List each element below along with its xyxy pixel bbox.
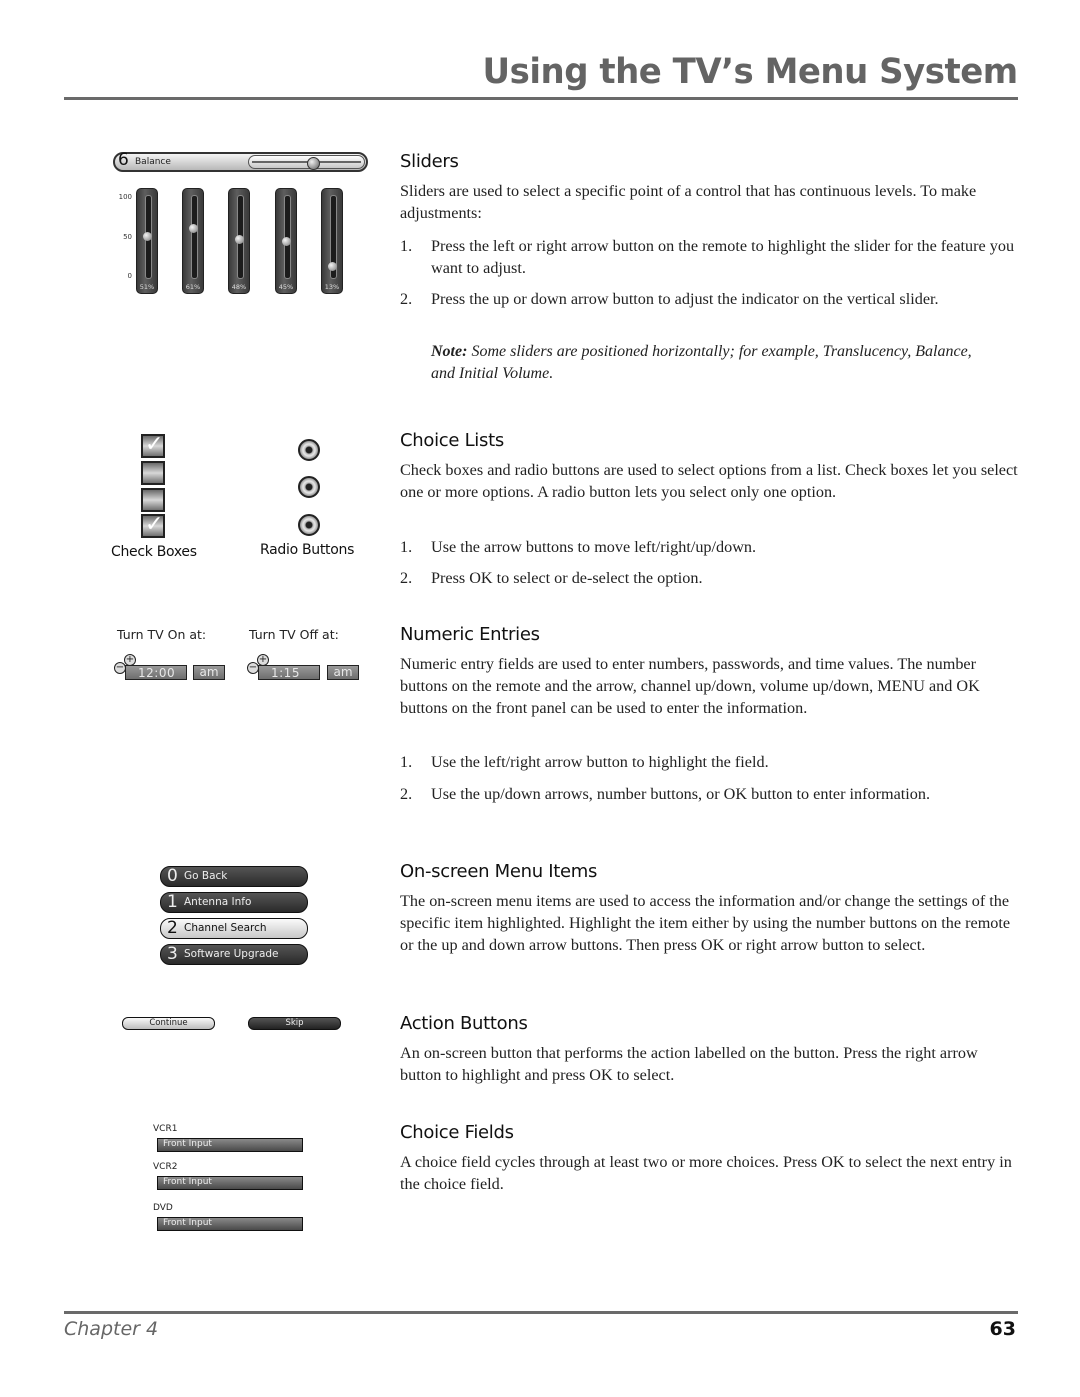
- choice-field-label-vcr2: VCR2: [153, 1162, 178, 1172]
- sliders-step: 1. Press the left or right arrow button …: [400, 235, 1020, 279]
- vertical-slider[interactable]: 48%: [228, 188, 250, 294]
- step-text: Use the left/right arrow button to highl…: [431, 753, 769, 771]
- menu-item-channel-search[interactable]: 2 Channel Search: [160, 918, 308, 939]
- checkbox[interactable]: ✓: [141, 512, 165, 538]
- numeric-entries-step: 2. Use the up/down arrows, number button…: [400, 783, 1020, 805]
- menu-item-number: 0: [167, 866, 178, 886]
- step-text: Press the up or down arrow button to adj…: [431, 290, 939, 308]
- checkbox[interactable]: ✓: [141, 432, 165, 458]
- decrement-icon[interactable]: −: [114, 662, 126, 674]
- slider-percent: 13%: [324, 283, 340, 291]
- turn-on-ampm-field[interactable]: am: [193, 665, 225, 680]
- sliders-note: Note: Some sliders are positioned horizo…: [431, 341, 991, 385]
- slider-percent: 45%: [278, 283, 294, 291]
- step-number: 2.: [400, 785, 413, 803]
- header-rule: [64, 97, 1018, 100]
- vertical-slider[interactable]: 45%: [275, 188, 297, 294]
- choice-field-label-dvd: DVD: [153, 1203, 173, 1213]
- check-mark-icon: ✓: [145, 512, 164, 537]
- choice-field-vcr2[interactable]: Front Input: [157, 1176, 303, 1190]
- radio-button[interactable]: [298, 476, 320, 498]
- decrement-icon[interactable]: −: [247, 662, 259, 674]
- menu-item-number: 1: [167, 892, 178, 912]
- step-number: 1.: [400, 753, 413, 771]
- page-title: Using the TV’s Menu System: [482, 52, 1019, 92]
- numeric-entries-step: 1. Use the left/right arrow button to hi…: [400, 751, 1020, 773]
- turn-on-time-field[interactable]: 12:00: [125, 665, 187, 680]
- menu-item-number: 3: [167, 944, 178, 964]
- menu-item-software-upgrade[interactable]: 3 Software Upgrade: [160, 944, 308, 965]
- increment-icon[interactable]: +: [257, 654, 269, 666]
- choice-lists-step: 2. Press OK to select or de-select the o…: [400, 567, 1020, 589]
- turn-on-label: Turn TV On at:: [117, 627, 207, 642]
- footer-rule: [64, 1311, 1018, 1314]
- numeric-entries-intro: Numeric entry fields are used to enter n…: [400, 655, 980, 717]
- balance-slider-number: 6: [118, 150, 129, 170]
- step-text: Use the arrow buttons to move left/right…: [431, 538, 757, 556]
- section-heading-numeric-entries: Numeric Entries: [400, 624, 540, 645]
- continue-button[interactable]: Continue: [122, 1017, 215, 1030]
- axis-tick-100: 100: [118, 193, 132, 201]
- menu-item-label: Software Upgrade: [184, 948, 279, 960]
- page-number: 63: [989, 1318, 1016, 1340]
- section-heading-choice-lists: Choice Lists: [400, 430, 504, 451]
- chapter-label: Chapter 4: [64, 1318, 159, 1340]
- radio-button[interactable]: [298, 439, 320, 461]
- section-heading-action-buttons: Action Buttons: [400, 1013, 528, 1034]
- choice-fields-intro: A choice field cycles through at least t…: [400, 1153, 1012, 1193]
- menu-item-antenna-info[interactable]: 1 Antenna Info: [160, 892, 308, 913]
- step-text: Use the up/down arrows, number buttons, …: [431, 785, 931, 803]
- sliders-step: 2. Press the up or down arrow button to …: [400, 288, 1020, 310]
- choice-lists-step: 1. Use the arrow buttons to move left/ri…: [400, 536, 1020, 558]
- slider-groove: [191, 195, 198, 279]
- step-number: 1.: [400, 237, 413, 255]
- choice-field-vcr1[interactable]: Front Input: [157, 1138, 303, 1152]
- choice-field-label-vcr1: VCR1: [153, 1124, 178, 1134]
- menu-item-label: Go Back: [184, 870, 228, 882]
- step-number: 1.: [400, 538, 413, 556]
- step-text: Press the left or right arrow button on …: [431, 237, 1015, 277]
- slider-knob[interactable]: [235, 234, 244, 244]
- step-number: 2.: [400, 290, 413, 308]
- axis-tick-0: 0: [127, 272, 132, 280]
- turn-off-label: Turn TV Off at:: [249, 627, 339, 642]
- axis-tick-50: 50: [123, 233, 132, 241]
- checkbox[interactable]: [141, 461, 165, 485]
- menu-item-label: Antenna Info: [184, 896, 252, 908]
- slider-percent: 51%: [139, 283, 155, 291]
- step-number: 2.: [400, 569, 413, 587]
- section-heading-menu-items: On-screen Menu Items: [400, 861, 598, 882]
- turn-off-ampm-field[interactable]: am: [327, 665, 359, 680]
- vertical-slider[interactable]: 61%: [182, 188, 204, 294]
- choice-field-dvd[interactable]: Front Input: [157, 1217, 303, 1231]
- checkbox[interactable]: [141, 488, 165, 512]
- slider-knob[interactable]: [282, 236, 291, 246]
- radio-buttons-caption: Radio Buttons: [260, 542, 355, 558]
- slider-percent: 48%: [231, 283, 247, 291]
- vertical-slider[interactable]: 13%: [321, 188, 343, 294]
- section-heading-choice-fields: Choice Fields: [400, 1122, 514, 1143]
- note-text: Some sliders are positioned horizontally…: [431, 343, 972, 382]
- action-buttons-intro: An on-screen button that performs the ac…: [400, 1044, 978, 1084]
- check-boxes-caption: Check Boxes: [111, 544, 197, 560]
- balance-slider-knob[interactable]: [307, 157, 320, 170]
- menu-item-number: 2: [167, 918, 178, 938]
- turn-off-time-field[interactable]: 1:15: [258, 665, 320, 680]
- skip-button[interactable]: Skip: [248, 1017, 341, 1030]
- vertical-slider[interactable]: 51%: [136, 188, 158, 294]
- menu-item-label: Channel Search: [184, 922, 267, 934]
- menu-items-intro: The on-screen menu items are used to acc…: [400, 892, 1011, 954]
- slider-percent: 61%: [185, 283, 201, 291]
- section-heading-sliders: Sliders: [400, 151, 459, 172]
- menu-item-go-back[interactable]: 0 Go Back: [160, 866, 308, 887]
- sliders-intro: Sliders are used to select a specific po…: [400, 182, 977, 222]
- increment-icon[interactable]: +: [124, 654, 136, 666]
- slider-knob[interactable]: [328, 261, 337, 271]
- balance-slider-label: Balance: [135, 157, 171, 167]
- note-label: Note:: [431, 343, 468, 360]
- step-text: Press OK to select or de-select the opti…: [431, 569, 703, 587]
- radio-button[interactable]: [298, 514, 320, 536]
- check-mark-icon: ✓: [145, 432, 164, 457]
- choice-lists-intro: Check boxes and radio buttons are used t…: [400, 461, 1018, 501]
